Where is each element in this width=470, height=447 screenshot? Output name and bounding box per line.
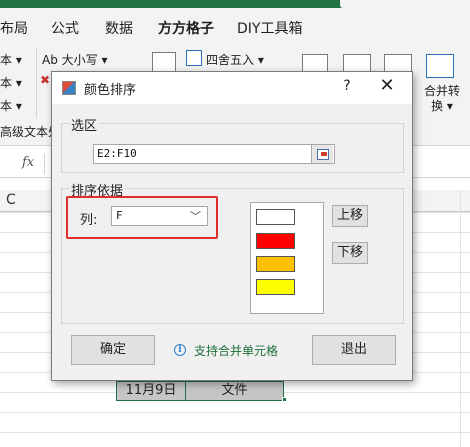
fill-handle[interactable] — [282, 397, 287, 402]
tab-diy-toolbox[interactable]: DIY工具箱 — [237, 18, 302, 38]
range-group-label: 选区 — [69, 115, 100, 134]
swatch-white[interactable] — [256, 209, 295, 225]
round-icon — [186, 50, 202, 66]
dialog-title: 颜色排序 — [84, 83, 137, 98]
move-up-button[interactable]: 上移 — [332, 205, 368, 227]
close-button[interactable]: ✕ — [377, 75, 397, 96]
tab-data[interactable]: 数据 — [105, 18, 133, 38]
swatch-red[interactable] — [256, 233, 295, 249]
ribbon-tabs: 布局 公式 数据 方方格子 DIY工具箱 — [0, 8, 470, 47]
color-sort-dialog: 颜色排序 ? ✕ 选区 E2:F10 排序依据 列: F ﹀ 上移 下移 确定 … — [51, 71, 413, 381]
app-icon — [62, 81, 76, 95]
highlight-box — [66, 196, 218, 239]
column-c-header[interactable]: C — [6, 192, 16, 208]
ribbon-item-3[interactable]: 本 ▾ — [0, 97, 22, 114]
color-list[interactable] — [250, 202, 324, 314]
range-select-icon[interactable] — [311, 145, 333, 163]
swatch-yellow[interactable] — [256, 279, 295, 295]
swatch-orange[interactable] — [256, 256, 295, 272]
merge-icon[interactable] — [426, 54, 454, 78]
ok-button[interactable]: 确定 — [71, 335, 155, 365]
fx-icon[interactable]: fx — [22, 155, 34, 170]
dialog-title-bar[interactable]: 颜色排序 ? ✕ — [52, 72, 412, 104]
clear-icon[interactable]: ✖ — [40, 73, 50, 87]
move-down-button[interactable]: 下移 — [332, 242, 368, 264]
exit-button[interactable]: 退出 — [312, 335, 396, 365]
range-input[interactable]: E2:F10 — [93, 144, 335, 164]
ribbon-item-2[interactable]: 本 ▾ — [0, 74, 22, 91]
tab-fangfang[interactable]: 方方格子 — [158, 18, 214, 38]
cell-file[interactable]: 文件 — [186, 381, 284, 401]
round-button[interactable]: 四舍五入 ▾ — [206, 51, 264, 68]
tab-layout[interactable]: 布局 — [0, 18, 28, 38]
case-button[interactable]: Ab 大小写 ▾ — [42, 51, 107, 68]
tab-formulas[interactable]: 公式 — [51, 18, 79, 38]
cell-date[interactable]: 11月9日 — [116, 381, 186, 401]
title-bar — [0, 0, 470, 8]
ribbon-item-1[interactable]: 本 ▾ — [0, 51, 22, 68]
help-button[interactable]: ? — [339, 78, 355, 94]
info-icon: i — [174, 344, 186, 356]
merge-support-note: 支持合并单元格 — [194, 344, 279, 358]
merge-button[interactable]: 合并转换 ▾ — [422, 84, 462, 114]
